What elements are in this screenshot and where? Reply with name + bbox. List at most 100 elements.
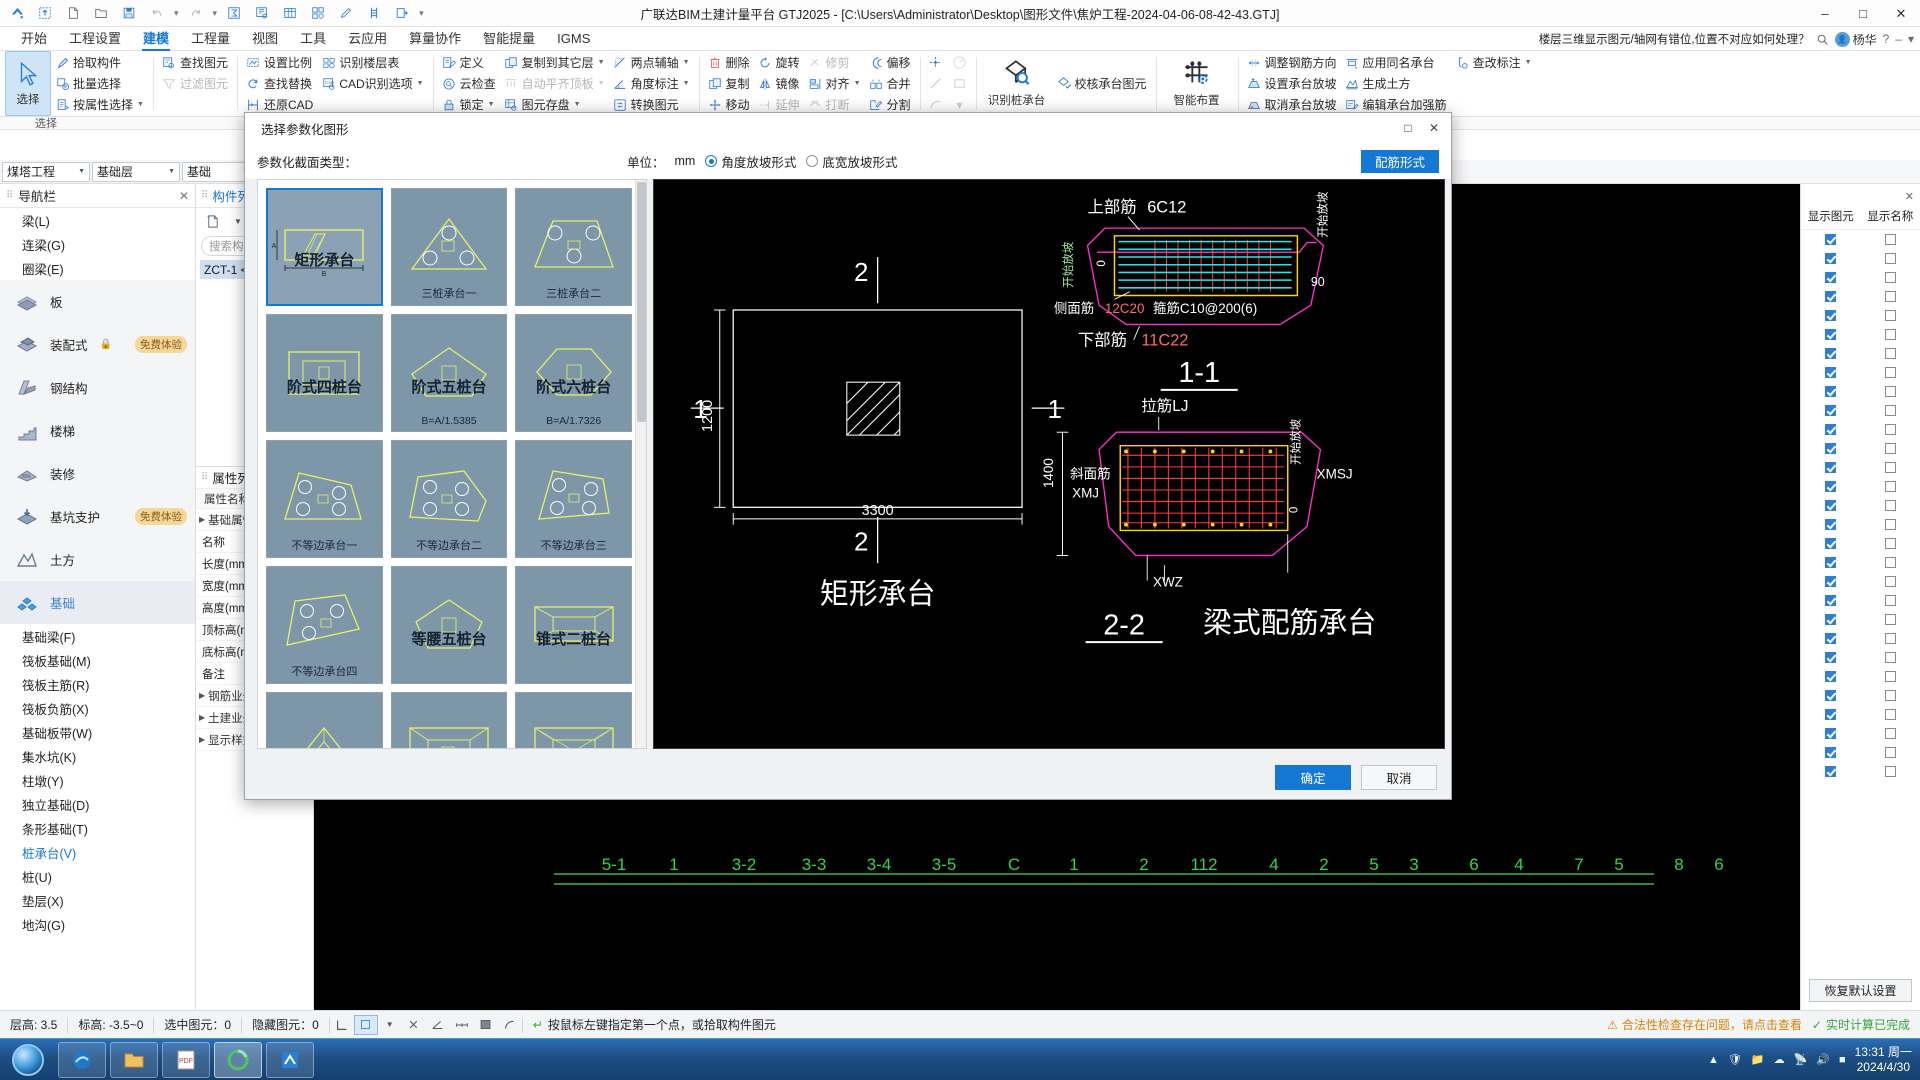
show-name-checkbox[interactable] bbox=[1861, 234, 1920, 245]
check-annotation-button[interactable]: 查改标注 ▼ bbox=[1451, 53, 1536, 73]
display-row-1[interactable] bbox=[1801, 249, 1920, 268]
snap-caret-icon[interactable]: ▼ bbox=[378, 1015, 402, 1035]
report-icon[interactable] bbox=[249, 2, 275, 25]
display-row-2[interactable] bbox=[1801, 268, 1920, 287]
shape-option-9[interactable]: 不等边承台四 bbox=[266, 566, 383, 684]
show-element-checkbox[interactable] bbox=[1801, 766, 1861, 777]
display-row-28[interactable] bbox=[1801, 762, 1920, 781]
nav-category-6[interactable]: 楼梯 bbox=[0, 409, 195, 452]
cancel-button[interactable]: 取消 bbox=[1361, 764, 1437, 790]
chevron-right-icon[interactable]: ▶ bbox=[199, 515, 205, 524]
show-name-checkbox[interactable] bbox=[1861, 728, 1920, 739]
adjust-rebar-direction-button[interactable]: 调整钢筋方向 bbox=[1243, 53, 1341, 73]
show-element-checkbox[interactable] bbox=[1801, 386, 1861, 397]
tab-start[interactable]: 开始 bbox=[10, 27, 58, 51]
validation-warning[interactable]: ⚠ 合法性检查存在问题，请点击查看 bbox=[1607, 1016, 1802, 1033]
show-name-checkbox[interactable] bbox=[1861, 253, 1920, 264]
angle-dimension-button[interactable]: 角度标注 ▼ bbox=[609, 74, 694, 94]
nav-item-21[interactable]: 桩(U) bbox=[0, 864, 195, 888]
free-trial-badge[interactable]: 免费体验 bbox=[135, 508, 187, 525]
display-row-21[interactable] bbox=[1801, 629, 1920, 648]
display-row-5[interactable] bbox=[1801, 325, 1920, 344]
drag-grip-icon[interactable]: ⠿ bbox=[6, 190, 13, 200]
radio-angle-slope[interactable]: 角度放坡形式 bbox=[705, 152, 796, 171]
taskbar[interactable]: PDF ▲ 🛡 📁 ☁ 📡 🔊 ■ 13:31 周一 2024/4/30 bbox=[0, 1038, 1920, 1080]
user-profile[interactable]: 👤 杨华 bbox=[1834, 31, 1877, 48]
nav-category-5[interactable]: 钢结构 bbox=[0, 366, 195, 409]
show-element-checkbox[interactable] bbox=[1801, 443, 1861, 454]
display-row-25[interactable] bbox=[1801, 705, 1920, 724]
radio-width-slope[interactable]: 底宽放坡形式 bbox=[806, 152, 897, 171]
snap-mode-icon[interactable] bbox=[353, 1014, 378, 1035]
show-element-checkbox[interactable] bbox=[1801, 614, 1861, 625]
close-button[interactable]: ✕ bbox=[1882, 0, 1920, 27]
show-name-checkbox[interactable] bbox=[1861, 424, 1920, 435]
nav-item-12[interactable]: 筏板基础(M) bbox=[0, 648, 195, 672]
show-name-checkbox[interactable] bbox=[1861, 595, 1920, 606]
floor-select[interactable]: 基础层 ▼ bbox=[92, 161, 180, 182]
shape-option-6[interactable]: 不等边承台一 bbox=[266, 440, 383, 558]
recognize-pile-cap-button[interactable]: 识别桩承台 bbox=[981, 51, 1053, 116]
upload-icon[interactable] bbox=[32, 2, 58, 25]
chevron-down-icon[interactable]: ▼ bbox=[598, 59, 605, 66]
copy-button[interactable]: 复制 bbox=[704, 74, 754, 94]
show-element-checkbox[interactable] bbox=[1801, 367, 1861, 378]
region-snap-icon[interactable] bbox=[474, 1015, 498, 1035]
shape-option-11[interactable]: 锥式二桩台 bbox=[515, 566, 632, 684]
display-row-23[interactable] bbox=[1801, 667, 1920, 686]
layout-icon[interactable] bbox=[305, 2, 331, 25]
display-row-26[interactable] bbox=[1801, 724, 1920, 743]
chevron-right-icon[interactable]: ▶ bbox=[199, 713, 205, 722]
display-row-13[interactable] bbox=[1801, 477, 1920, 496]
show-name-checkbox[interactable] bbox=[1861, 519, 1920, 530]
chevron-right-icon[interactable]: ▶ bbox=[199, 735, 205, 744]
show-element-checkbox[interactable] bbox=[1801, 424, 1861, 435]
show-name-checkbox[interactable] bbox=[1861, 481, 1920, 492]
two-point-axis-button[interactable]: 两点辅轴 ▼ bbox=[609, 53, 694, 73]
undo-icon[interactable] bbox=[144, 2, 170, 25]
show-name-checkbox[interactable] bbox=[1861, 367, 1920, 378]
nav-category-3[interactable]: 板 bbox=[0, 280, 195, 323]
nav-category-8[interactable]: 基坑支护 免费体验 bbox=[0, 495, 195, 538]
ladder-icon[interactable] bbox=[361, 2, 387, 25]
chevron-down-icon[interactable]: ▼ bbox=[1525, 59, 1532, 66]
rotate-button[interactable]: 旋转 bbox=[754, 53, 804, 73]
nav-item-20[interactable]: 桩承台(V) bbox=[0, 840, 195, 864]
display-row-17[interactable] bbox=[1801, 553, 1920, 572]
pick-component-button[interactable]: 拾取构件 bbox=[51, 53, 148, 73]
mirror-button[interactable]: 镜像 bbox=[754, 74, 804, 94]
close-icon[interactable]: ✕ bbox=[1905, 190, 1914, 203]
set-cap-slope-button[interactable]: 设置承台放坡 bbox=[1243, 74, 1341, 94]
display-row-15[interactable] bbox=[1801, 515, 1920, 534]
dialog-window-buttons[interactable]: □ ✕ bbox=[1395, 113, 1447, 143]
tab-quantity[interactable]: 工程量 bbox=[180, 27, 241, 51]
tray-battery-icon[interactable]: ■ bbox=[1839, 1054, 1846, 1066]
shape-option-5[interactable]: 阶式六桩台 B=A/1.7326 bbox=[515, 314, 632, 432]
show-element-checkbox[interactable] bbox=[1801, 690, 1861, 701]
show-name-checkbox[interactable] bbox=[1861, 633, 1920, 644]
app-logo-icon[interactable] bbox=[4, 2, 30, 25]
redo-icon[interactable] bbox=[183, 2, 209, 25]
tray-show-desktop-icon[interactable]: ▲ bbox=[1708, 1054, 1719, 1066]
window-controls[interactable]: – □ ✕ bbox=[1806, 0, 1920, 27]
shape-option-7[interactable]: 不等边承台二 bbox=[390, 440, 508, 558]
chevron-down-icon[interactable]: ▼ bbox=[683, 59, 690, 66]
quick-access-toolbar[interactable]: ▾ ▾ ▾ bbox=[0, 2, 426, 25]
drag-grip-icon[interactable]: ⠿ bbox=[201, 472, 208, 482]
drag-grip-icon[interactable]: ⠿ bbox=[201, 190, 208, 200]
apply-same-cap-button[interactable]: 应用同名承台 bbox=[1341, 53, 1451, 73]
nav-category-7[interactable]: 装修 bbox=[0, 452, 195, 495]
tab-view[interactable]: 视图 bbox=[241, 27, 289, 51]
line-icon[interactable] bbox=[925, 74, 947, 94]
nav-item-11[interactable]: 基础梁(F) bbox=[0, 624, 195, 648]
show-element-checkbox[interactable] bbox=[1801, 272, 1861, 283]
tab-collaboration[interactable]: 算量协作 bbox=[398, 27, 472, 51]
smart-layout-button[interactable]: 智能布置 bbox=[1161, 51, 1233, 116]
define-button[interactable]: 定义 bbox=[438, 53, 500, 73]
nav-item-19[interactable]: 条形基础(T) bbox=[0, 816, 195, 840]
tab-tools[interactable]: 工具 bbox=[289, 27, 337, 51]
radio-angle-slope-input[interactable] bbox=[705, 155, 718, 167]
show-element-checkbox[interactable] bbox=[1801, 728, 1861, 739]
show-name-checkbox[interactable] bbox=[1861, 329, 1920, 340]
maximize-button[interactable]: □ bbox=[1844, 0, 1882, 27]
